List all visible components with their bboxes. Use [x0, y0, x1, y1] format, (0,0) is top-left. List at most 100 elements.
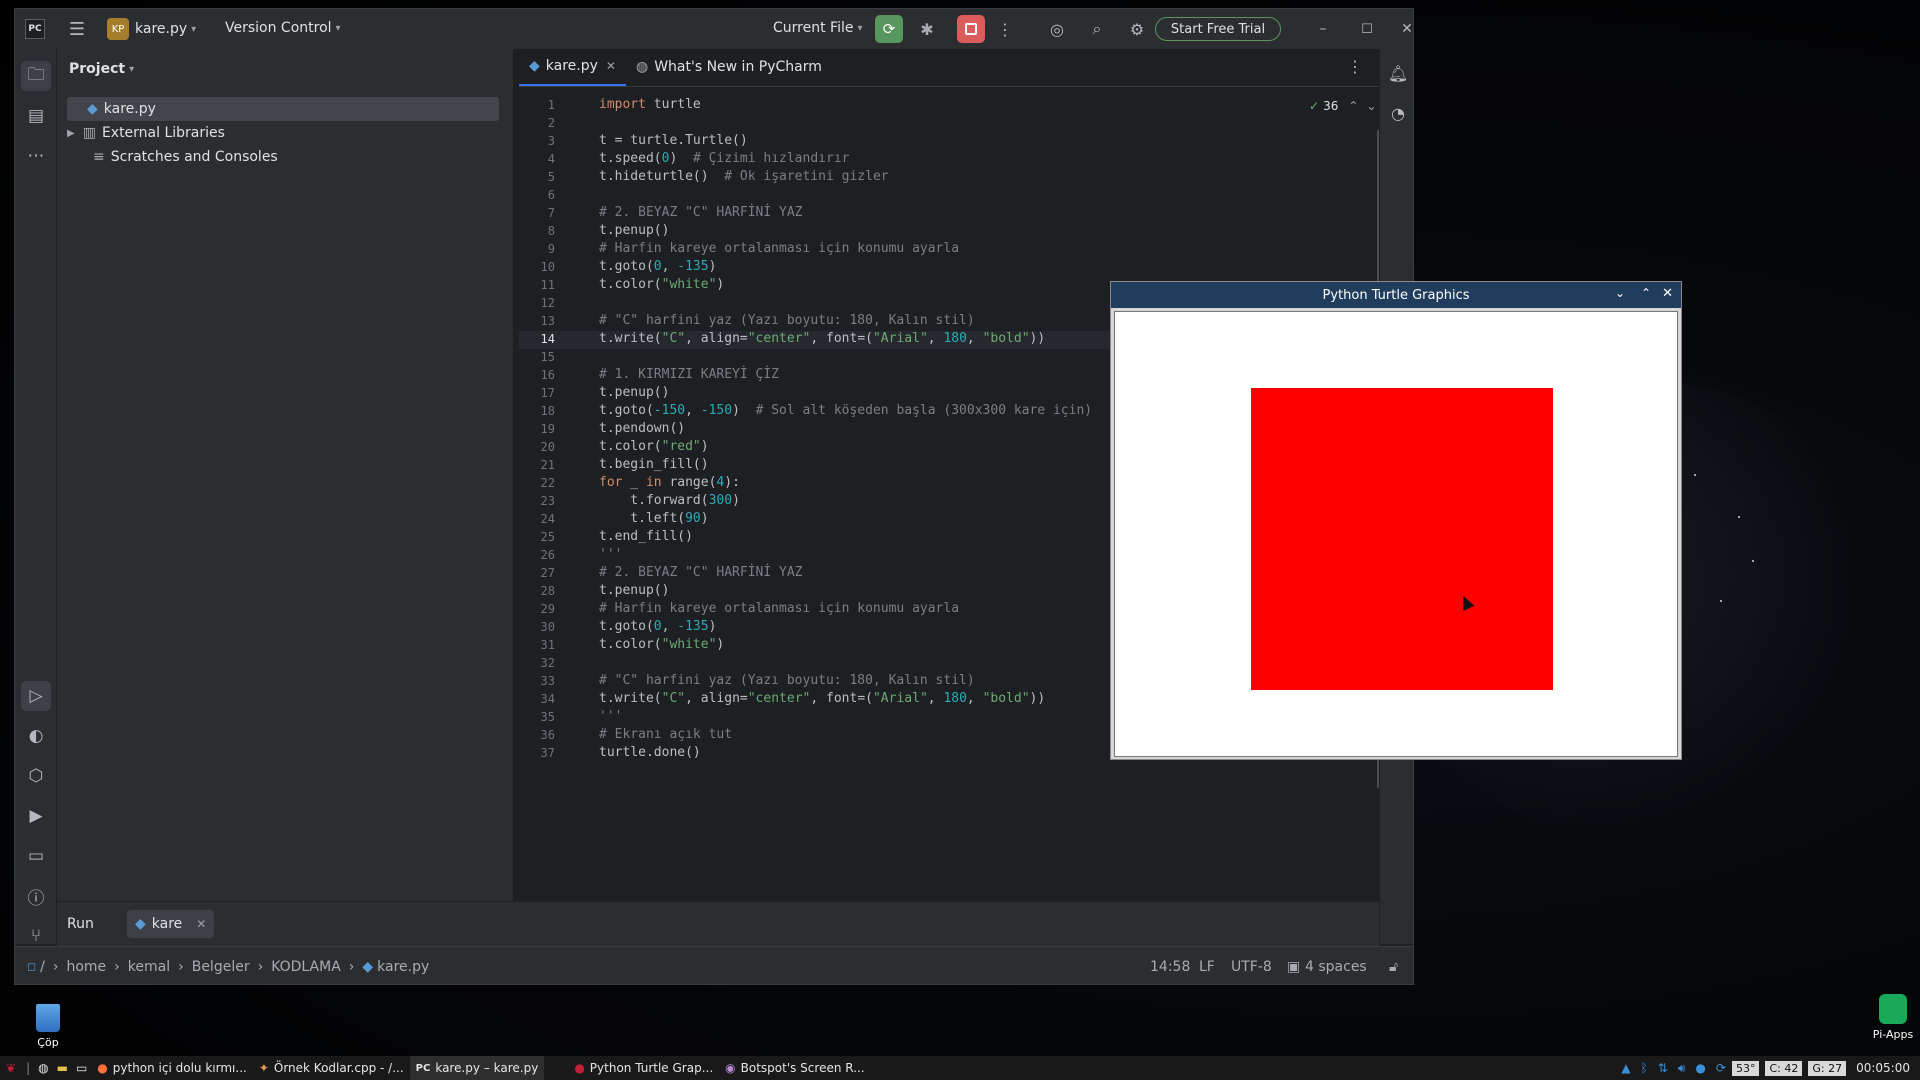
code-line[interactable]: # "C" harfini yaz (Yazı boyutu: 180, Kal… — [599, 313, 975, 328]
browser-launcher-icon[interactable]: ◍ — [34, 1056, 52, 1080]
code-line[interactable]: t.begin_fill() — [599, 457, 709, 472]
breadcrumb-item[interactable]: kare.py — [377, 959, 429, 975]
line-separator[interactable]: LF — [1199, 959, 1215, 975]
code-line[interactable]: t.color("white") — [599, 277, 724, 292]
tab-whats-new[interactable]: ◍ What's New in PyCharm — [626, 48, 832, 86]
maximize-icon[interactable]: ☐ — [1355, 17, 1379, 41]
code-line[interactable]: t.penup() — [599, 385, 669, 400]
sync-icon[interactable]: ⟳ — [1716, 1061, 1726, 1075]
minimize-icon[interactable]: – — [1311, 17, 1335, 41]
code-line[interactable]: t.color("white") — [599, 637, 724, 652]
volume-icon[interactable]: 🔊︎ — [1678, 1061, 1686, 1076]
stop-button[interactable] — [957, 15, 985, 43]
network-icon[interactable]: ⇅ — [1658, 1061, 1668, 1075]
taskbar-item-firefox[interactable]: ● python içi dolu kırmı... — [91, 1056, 253, 1080]
indent-setting[interactable]: 4 spaces — [1305, 959, 1367, 975]
file-manager-icon[interactable]: ▬ — [53, 1056, 72, 1080]
code-line[interactable]: t.forward(300) — [599, 493, 740, 508]
search-icon[interactable]: ⌕ — [1085, 17, 1109, 41]
terminal-launcher-icon[interactable]: ▭ — [72, 1056, 91, 1080]
run-configuration[interactable]: Current File ▾ — [773, 20, 863, 36]
code-line[interactable]: t.speed(0) # Çizimi hızlandırır — [599, 151, 849, 166]
code-line[interactable]: t.hideturtle() # Ok işaretini gizler — [599, 169, 889, 184]
structure-tool-icon[interactable]: ▤ — [21, 101, 51, 131]
project-panel-header[interactable]: Project ▾ — [69, 61, 134, 77]
terminal-icon[interactable]: ▭ — [21, 841, 51, 871]
code-line[interactable]: t.pendown() — [599, 421, 685, 436]
settings-icon[interactable]: ⚙ — [1125, 17, 1149, 41]
start-free-trial-button[interactable]: Start Free Trial — [1155, 17, 1281, 41]
code-line[interactable]: t.write("C", align="center", font=("Aria… — [599, 691, 1045, 706]
turtle-canvas[interactable] — [1114, 311, 1678, 757]
python-console-icon[interactable]: ◐ — [21, 721, 51, 751]
code-line[interactable]: t.penup() — [599, 583, 669, 598]
python-packages-icon[interactable]: ⬡ — [21, 761, 51, 791]
more-tools-icon[interactable]: ⋯ — [21, 141, 51, 171]
code-line[interactable]: # Harfin kareye ortalanması için konumu … — [599, 241, 959, 256]
code-line[interactable]: t.goto(0, -135) — [599, 259, 716, 274]
close-tab-icon[interactable]: ✕ — [196, 917, 206, 931]
caret-position[interactable]: 14:58 — [1150, 959, 1190, 975]
tree-item-kare-py[interactable]: ◆ kare.py — [67, 97, 499, 121]
version-control-menu[interactable]: Version Control ▾ — [225, 20, 341, 36]
tree-item-scratches[interactable]: ≡ Scratches and Consoles — [67, 145, 278, 169]
code-line[interactable]: t.left(90) — [599, 511, 708, 526]
run-tool-icon[interactable]: ▷ — [21, 681, 51, 711]
code-line[interactable]: # 1. KIRMIZI KAREYİ ÇİZ — [599, 367, 779, 382]
code-line[interactable]: t = turtle.Turtle() — [599, 133, 748, 148]
run-tab-kare[interactable]: ◆ kare ✕ — [127, 910, 215, 938]
taskbar-item-geany[interactable]: ✦ Örnek Kodlar.cpp - /... — [253, 1056, 410, 1080]
taskbar-item-pycharm[interactable]: PC kare.py – kare.py — [409, 1056, 545, 1080]
project-switcher[interactable]: KP kare.py ▾ — [107, 18, 196, 40]
chevron-down-icon[interactable]: ⌄ — [1366, 99, 1376, 113]
debug-icon[interactable]: ✱ — [915, 17, 939, 41]
bluetooth-icon[interactable]: ᛒ — [1641, 1061, 1648, 1075]
ai-chat-icon[interactable]: ◔ — [1384, 99, 1412, 127]
breadcrumb-item[interactable]: home — [66, 959, 106, 975]
services-icon[interactable]: ▶ — [21, 801, 51, 831]
main-menu-icon[interactable]: ☰ — [65, 17, 89, 41]
code-line[interactable]: import turtle — [599, 97, 701, 112]
update-icon[interactable]: ▲ — [1621, 1061, 1630, 1075]
close-icon[interactable]: ✕ — [1395, 17, 1413, 41]
close-tab-icon[interactable]: ✕ — [606, 59, 616, 73]
close-icon[interactable]: ✕ — [1662, 286, 1673, 301]
rerun-icon[interactable]: ⟳ — [875, 15, 903, 43]
desktop-pi-apps[interactable]: Pi-Apps — [1868, 994, 1918, 1041]
code-line[interactable]: ''' — [599, 709, 622, 724]
problems-icon[interactable]: ⓘ — [21, 881, 51, 911]
code-line[interactable]: # 2. BEYAZ "C" HARFİNİ YAZ — [599, 565, 803, 580]
file-encoding[interactable]: UTF-8 — [1231, 959, 1272, 975]
tabs-more-icon[interactable]: ⋮ — [1347, 57, 1363, 76]
breadcrumb-root[interactable]: / — [40, 959, 45, 975]
ai-assistant-icon[interactable]: ◎ — [1045, 17, 1069, 41]
code-line[interactable]: ''' — [599, 547, 622, 562]
code-line[interactable]: # Ekranı açık tut — [599, 727, 732, 742]
breadcrumb-item[interactable]: Belgeler — [192, 959, 250, 975]
taskbar-item-turtle[interactable]: ● Python Turtle Grap... — [568, 1056, 719, 1080]
notifications-icon[interactable]: 🔔︎ — [1384, 59, 1412, 87]
taskbar-item-screen-recorder[interactable]: ◉ Botspot's Screen R... — [719, 1056, 870, 1080]
project-tool-icon[interactable]: 🗀 — [21, 61, 51, 91]
code-line[interactable]: t.color("red") — [599, 439, 709, 454]
start-menu-icon[interactable]: ❦ — [0, 1056, 22, 1080]
code-line[interactable]: for _ in range(4): — [599, 475, 740, 490]
code-line[interactable]: t.end_fill() — [599, 529, 693, 544]
tab-kare-py[interactable]: ◆ kare.py ✕ — [519, 48, 626, 86]
code-line[interactable]: # 2. BEYAZ "C" HARFİNİ YAZ — [599, 205, 803, 220]
turtle-title-bar[interactable]: Python Turtle Graphics ⌄ ⌃ ✕ — [1111, 282, 1681, 308]
breadcrumb-item[interactable]: KODLAMA — [271, 959, 341, 975]
maximize-icon[interactable]: ⌃ — [1641, 286, 1651, 300]
code-line[interactable]: t.write("C", align="center", font=("Aria… — [599, 331, 1045, 346]
desktop-trash[interactable]: Çöp — [30, 1004, 66, 1049]
minimize-icon[interactable]: ⌄ — [1615, 286, 1625, 300]
code-line[interactable]: t.goto(0, -135) — [599, 619, 716, 634]
microphone-icon[interactable]: ● — [1695, 1061, 1705, 1075]
code-line[interactable]: # Harfin kareye ortalanması için konumu … — [599, 601, 959, 616]
tree-item-external-libraries[interactable]: ▶ ▥ External Libraries — [67, 121, 225, 145]
clock[interactable]: 00:05:00 — [1856, 1061, 1910, 1075]
code-line[interactable]: turtle.done() — [599, 745, 701, 760]
lock-icon[interactable]: 🔓︎ — [1389, 959, 1398, 975]
more-vertical-icon[interactable]: ⋮ — [995, 17, 1015, 41]
code-line[interactable]: t.goto(-150, -150) # Sol alt köşeden baş… — [599, 403, 1092, 418]
